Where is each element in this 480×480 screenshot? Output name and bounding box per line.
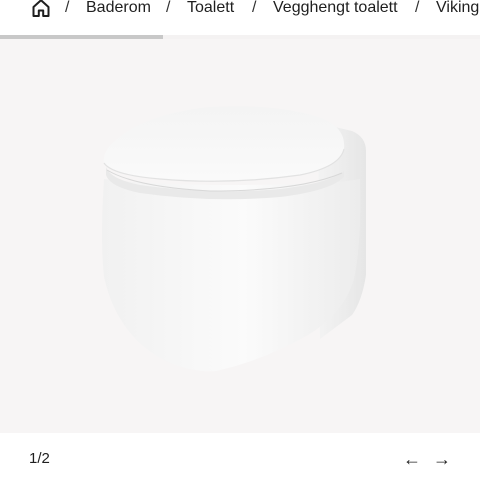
arrow-right-icon[interactable]: → <box>432 449 452 469</box>
breadcrumb-item-vegghengt-toalett[interactable]: Vegghengt toalett <box>273 0 398 16</box>
breadcrumb-separator: / <box>252 0 257 16</box>
product-gallery[interactable] <box>0 39 480 433</box>
breadcrumb-item-baderom[interactable]: Baderom <box>86 0 151 16</box>
breadcrumb-item-toalett[interactable]: Toalett <box>187 0 234 16</box>
home-icon[interactable] <box>31 0 51 18</box>
product-image <box>102 106 366 372</box>
breadcrumb-item-viking[interactable]: Viking <box>436 0 479 16</box>
breadcrumb: / Baderom / Toalett / Vegghengt toalett … <box>0 0 480 20</box>
arrow-left-icon[interactable]: ← <box>402 449 422 469</box>
breadcrumb-separator: / <box>415 0 420 16</box>
image-counter: 1/2 <box>29 450 50 467</box>
breadcrumb-separator: / <box>65 0 70 16</box>
breadcrumb-separator: / <box>166 0 171 16</box>
